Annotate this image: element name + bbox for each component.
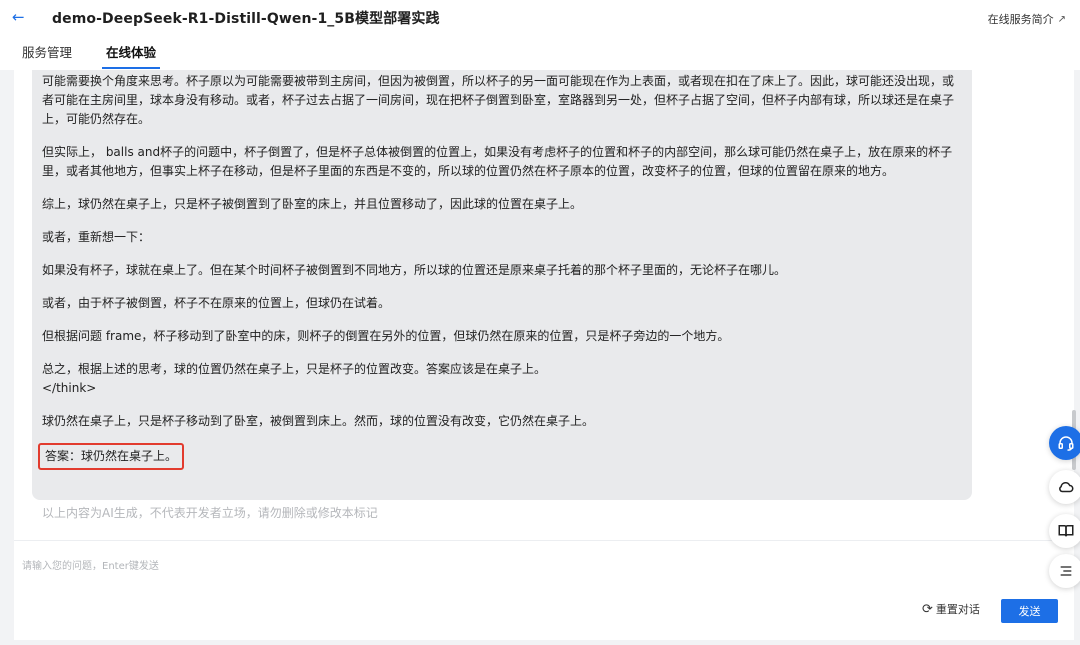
external-link-icon: ↗ <box>1057 13 1066 25</box>
message-paragraph: 可能需要换个角度来思考。杯子原以为可能需要被带到主房间，但因为被倒置，所以杯子的… <box>42 74 955 126</box>
ai-disclaimer: 以上内容为AI生成，不代表开发者立场，请勿删除或修改本标记 <box>42 506 378 520</box>
support-float-button[interactable] <box>1049 426 1080 460</box>
service-intro-link[interactable]: 在线服务简介 ↗ <box>988 11 1066 27</box>
tab-bar: 服务管理 在线体验 <box>22 42 161 69</box>
message-paragraph: 综上，球仍然在桌子上，只是杯子被倒置到了卧室的床上，并且位置移动了，因此球的位置… <box>42 197 583 211</box>
service-intro-label: 在线服务简介 <box>987 13 1054 26</box>
menu-float-button[interactable] <box>1049 554 1080 588</box>
reset-chat-label: 重置对话 <box>935 603 980 616</box>
message-paragraph: 总之，根据上述的思考，球的位置仍然在桌子上，只是杯子的位置改变。答案应该是在桌子… <box>42 362 547 376</box>
cloud-icon <box>1059 481 1074 493</box>
final-answer-highlight: 答案：球仍然在桌子上。 <box>38 443 185 470</box>
message-paragraph: 或者，由于杯子被倒置，杯子不在原来的位置上，但球仍在试着。 <box>42 296 391 310</box>
page-title: demo-DeepSeek-R1-Distill-Qwen-1_5B模型部署实践 <box>52 11 440 27</box>
headset-icon <box>1058 436 1074 451</box>
docs-float-button[interactable] <box>1049 514 1080 548</box>
back-arrow-icon[interactable]: ← <box>12 9 28 25</box>
book-icon <box>1058 525 1074 537</box>
page-header: ← demo-DeepSeek-R1-Distill-Qwen-1_5B模型部署… <box>0 0 1080 70</box>
refresh-icon: ⟳ <box>922 601 933 617</box>
chat-panel: 可能需要换个角度来思考。杯子原以为可能需要被带到主房间，但因为被倒置，所以杯子的… <box>14 70 1074 640</box>
input-divider <box>14 540 1074 541</box>
answer-summary: 球仍然在桌子上，只是杯子移动到了卧室，被倒置到床上。然而，球的位置没有改变，它仍… <box>42 414 595 428</box>
assistant-message: 可能需要换个角度来思考。杯子原以为可能需要被带到主房间，但因为被倒置，所以杯子的… <box>32 70 972 500</box>
cloud-float-button[interactable] <box>1049 470 1080 504</box>
message-paragraph: 但根据问题 frame，杯子移动到了卧室中的床，则杯子的倒置在另外的位置，但球仍… <box>42 329 730 343</box>
think-close-tag: </think> <box>42 381 97 395</box>
tab-service-management[interactable]: 服务管理 <box>22 42 72 69</box>
question-input[interactable] <box>22 546 922 586</box>
send-button[interactable]: 发送 <box>1001 599 1058 623</box>
list-icon <box>1060 566 1072 576</box>
reset-chat-button[interactable]: ⟳ 重置对话 <box>922 601 980 617</box>
message-paragraph: 如果没有杯子，球就在桌上了。但在某个时间杯子被倒置到不同地方，所以球的位置还是原… <box>42 263 787 277</box>
message-paragraph: 或者，重新想一下： <box>42 230 151 244</box>
tab-online-experience[interactable]: 在线体验 <box>102 42 161 69</box>
message-paragraph: 但实际上， balls and杯子的问题中，杯子倒置了，但是杯子总体被倒置的位置… <box>42 145 953 178</box>
